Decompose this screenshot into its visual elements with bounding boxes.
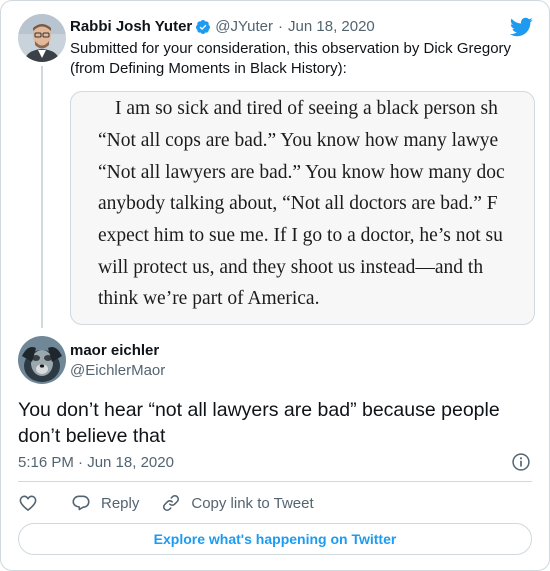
reply-bubble-icon [72, 495, 90, 511]
author-name[interactable]: Rabbi Josh Yuter [70, 17, 192, 37]
separator-dot: · [278, 18, 284, 35]
twitter-bird-icon[interactable] [509, 15, 533, 39]
like-button[interactable] [18, 493, 38, 513]
excerpt-line: think we’re part of America. [98, 288, 320, 309]
tweet-image-book-excerpt[interactable]: I am so sick and tired of seeing a black… [70, 91, 535, 325]
copy-link-button[interactable]: Copy link to Tweet [161, 493, 314, 513]
tweet-date[interactable]: Jun 18, 2020 [288, 17, 375, 37]
parent-tweet-header: Rabbi Josh Yuter @JYuter · Jun 18, 2020 [70, 17, 375, 37]
reply-button[interactable]: Reply [71, 493, 139, 513]
divider [18, 481, 532, 482]
excerpt-line: “Not all cops are bad.” You know how man… [98, 130, 499, 151]
excerpt-line: expect him to sue me. If I go to a docto… [98, 225, 503, 246]
reply-tweet-text: You don’t hear “not all lawyers are bad”… [18, 399, 500, 447]
thread-connector-line [41, 66, 43, 328]
excerpt-line: “Not all lawyers are bad.” You know how … [98, 162, 505, 183]
excerpt-line: anybody talking about, “Not all doctors … [98, 193, 498, 214]
tweet-actions: Reply Copy link to Tweet [18, 491, 314, 515]
copy-link-label: Copy link to Tweet [191, 494, 314, 512]
tweet-embed-card: Rabbi Josh Yuter @JYuter · Jun 18, 2020 … [0, 0, 550, 571]
link-icon [163, 495, 180, 511]
reply-author-name[interactable]: maor eichler [70, 341, 159, 361]
verified-badge-icon [196, 20, 211, 34]
excerpt-line: will protect us, and they shoot us inste… [98, 257, 484, 278]
reply-label: Reply [101, 494, 140, 512]
tweet-timestamp[interactable]: 5:16 PM · Jun 18, 2020 [18, 453, 174, 473]
avatar[interactable] [18, 14, 66, 62]
reply-author-handle[interactable]: @EichlerMaor [70, 361, 165, 381]
info-icon[interactable] [511, 452, 531, 472]
parent-tweet-text: Submitted for your consideration, this o… [70, 40, 512, 77]
explore-twitter-button[interactable]: Explore what's happening on Twitter [18, 523, 532, 555]
author-handle[interactable]: @JYuter [215, 17, 273, 37]
excerpt-line: I am so sick and tired of seeing a black… [115, 98, 498, 119]
avatar[interactable] [18, 336, 66, 384]
heart-icon [19, 495, 37, 511]
